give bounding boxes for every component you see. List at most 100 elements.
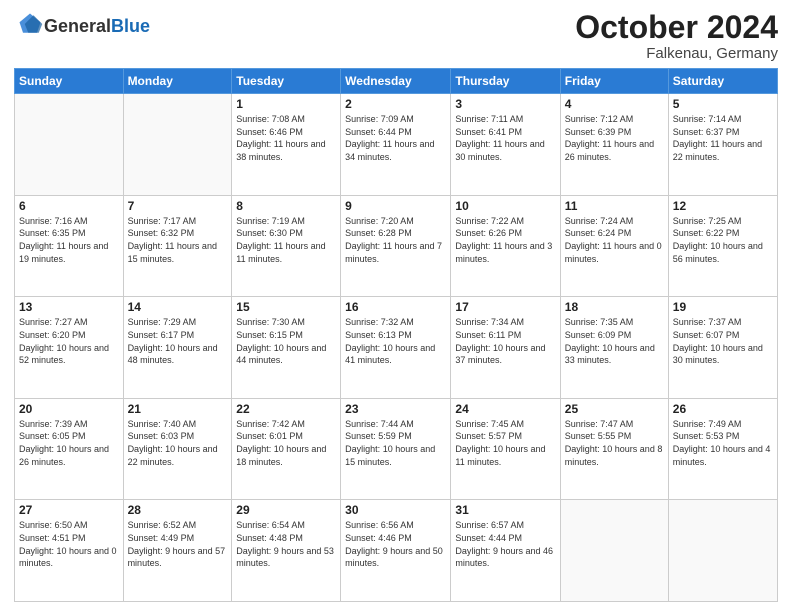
header-saturday: Saturday <box>668 69 777 94</box>
logo-icon <box>16 10 44 38</box>
logo-blue: Blue <box>111 16 150 36</box>
day-info: Sunrise: 7:11 AM Sunset: 6:41 PM Dayligh… <box>455 113 555 163</box>
day-number: 22 <box>236 402 336 416</box>
day-info: Sunrise: 7:40 AM Sunset: 6:03 PM Dayligh… <box>128 418 228 468</box>
day-info: Sunrise: 7:45 AM Sunset: 5:57 PM Dayligh… <box>455 418 555 468</box>
day-info: Sunrise: 7:34 AM Sunset: 6:11 PM Dayligh… <box>455 316 555 366</box>
calendar-day-cell <box>123 94 232 196</box>
calendar-day-cell: 14 Sunrise: 7:29 AM Sunset: 6:17 PM Dayli… <box>123 297 232 399</box>
calendar-day-cell: 15 Sunrise: 7:30 AM Sunset: 6:15 PM Dayli… <box>232 297 341 399</box>
day-info: Sunrise: 6:56 AM Sunset: 4:46 PM Dayligh… <box>345 519 446 569</box>
day-info: Sunrise: 7:37 AM Sunset: 6:07 PM Dayligh… <box>673 316 773 366</box>
header-wednesday: Wednesday <box>341 69 451 94</box>
calendar-day-cell: 26 Sunrise: 7:49 AM Sunset: 5:53 PM Dayli… <box>668 398 777 500</box>
calendar-header-row: Sunday Monday Tuesday Wednesday Thursday… <box>15 69 778 94</box>
calendar-day-cell: 11 Sunrise: 7:24 AM Sunset: 6:24 PM Dayli… <box>560 195 668 297</box>
day-info: Sunrise: 7:44 AM Sunset: 5:59 PM Dayligh… <box>345 418 446 468</box>
day-number: 28 <box>128 503 228 517</box>
logo: GeneralBlue <box>14 10 150 43</box>
day-info: Sunrise: 7:20 AM Sunset: 6:28 PM Dayligh… <box>345 215 446 265</box>
calendar-day-cell <box>15 94 124 196</box>
day-number: 30 <box>345 503 446 517</box>
page: GeneralBlue October 2024 Falkenau, Germa… <box>0 0 792 612</box>
month-title: October 2024 <box>575 10 778 45</box>
day-number: 19 <box>673 300 773 314</box>
calendar-day-cell: 17 Sunrise: 7:34 AM Sunset: 6:11 PM Dayli… <box>451 297 560 399</box>
day-number: 24 <box>455 402 555 416</box>
day-number: 6 <box>19 199 119 213</box>
calendar-day-cell: 20 Sunrise: 7:39 AM Sunset: 6:05 PM Dayli… <box>15 398 124 500</box>
day-number: 16 <box>345 300 446 314</box>
day-number: 25 <box>565 402 664 416</box>
day-number: 3 <box>455 97 555 111</box>
calendar-day-cell: 25 Sunrise: 7:47 AM Sunset: 5:55 PM Dayli… <box>560 398 668 500</box>
calendar-day-cell: 13 Sunrise: 7:27 AM Sunset: 6:20 PM Dayli… <box>15 297 124 399</box>
day-number: 12 <box>673 199 773 213</box>
day-number: 11 <box>565 199 664 213</box>
day-number: 17 <box>455 300 555 314</box>
day-info: Sunrise: 7:19 AM Sunset: 6:30 PM Dayligh… <box>236 215 336 265</box>
day-number: 5 <box>673 97 773 111</box>
header-monday: Monday <box>123 69 232 94</box>
calendar-day-cell: 18Sunrise: 7:35 AM Sunset: 6:09 PM Dayli… <box>560 297 668 399</box>
calendar-week-row: 27 Sunrise: 6:50 AM Sunset: 4:51 PM Dayli… <box>15 500 778 602</box>
day-info: Sunrise: 7:32 AM Sunset: 6:13 PM Dayligh… <box>345 316 446 366</box>
header-friday: Friday <box>560 69 668 94</box>
calendar-day-cell: 29 Sunrise: 6:54 AM Sunset: 4:48 PM Dayli… <box>232 500 341 602</box>
day-number: 13 <box>19 300 119 314</box>
calendar-day-cell: 8 Sunrise: 7:19 AM Sunset: 6:30 PM Daylig… <box>232 195 341 297</box>
calendar-day-cell: 4 Sunrise: 7:12 AM Sunset: 6:39 PM Daylig… <box>560 94 668 196</box>
calendar-day-cell: 10 Sunrise: 7:22 AM Sunset: 6:26 PM Dayli… <box>451 195 560 297</box>
day-info: Sunrise: 7:27 AM Sunset: 6:20 PM Dayligh… <box>19 316 119 366</box>
day-number: 29 <box>236 503 336 517</box>
day-number: 8 <box>236 199 336 213</box>
calendar-day-cell: 5 Sunrise: 7:14 AM Sunset: 6:37 PM Daylig… <box>668 94 777 196</box>
day-info: Sunrise: 7:30 AM Sunset: 6:15 PM Dayligh… <box>236 316 336 366</box>
day-info: Sunrise: 6:54 AM Sunset: 4:48 PM Dayligh… <box>236 519 336 569</box>
calendar-day-cell <box>668 500 777 602</box>
day-info: Sunrise: 7:24 AM Sunset: 6:24 PM Dayligh… <box>565 215 664 265</box>
day-number: 20 <box>19 402 119 416</box>
day-info: Sunrise: 7:22 AM Sunset: 6:26 PM Dayligh… <box>455 215 555 265</box>
day-info: Sunrise: 7:49 AM Sunset: 5:53 PM Dayligh… <box>673 418 773 468</box>
logo-general: General <box>44 16 111 36</box>
day-info: Sunrise: 7:12 AM Sunset: 6:39 PM Dayligh… <box>565 113 664 163</box>
day-number: 14 <box>128 300 228 314</box>
header-thursday: Thursday <box>451 69 560 94</box>
location-subtitle: Falkenau, Germany <box>575 45 778 62</box>
day-info: Sunrise: 6:50 AM Sunset: 4:51 PM Dayligh… <box>19 519 119 569</box>
calendar-day-cell: 31Sunrise: 6:57 AM Sunset: 4:44 PM Dayli… <box>451 500 560 602</box>
calendar-week-row: 20 Sunrise: 7:39 AM Sunset: 6:05 PM Dayli… <box>15 398 778 500</box>
day-info: Sunrise: 7:47 AM Sunset: 5:55 PM Dayligh… <box>565 418 664 468</box>
header-tuesday: Tuesday <box>232 69 341 94</box>
day-info: Sunrise: 7:39 AM Sunset: 6:05 PM Dayligh… <box>19 418 119 468</box>
calendar-day-cell <box>560 500 668 602</box>
calendar-week-row: 1 Sunrise: 7:08 AM Sunset: 6:46 PM Daylig… <box>15 94 778 196</box>
calendar-day-cell: 12Sunrise: 7:25 AM Sunset: 6:22 PM Dayli… <box>668 195 777 297</box>
calendar-day-cell: 30 Sunrise: 6:56 AM Sunset: 4:46 PM Dayli… <box>341 500 451 602</box>
calendar-day-cell: 27 Sunrise: 6:50 AM Sunset: 4:51 PM Dayli… <box>15 500 124 602</box>
calendar-day-cell: 24 Sunrise: 7:45 AM Sunset: 5:57 PM Dayli… <box>451 398 560 500</box>
calendar-week-row: 6 Sunrise: 7:16 AM Sunset: 6:35 PM Daylig… <box>15 195 778 297</box>
calendar-day-cell: 28Sunrise: 6:52 AM Sunset: 4:49 PM Dayli… <box>123 500 232 602</box>
calendar-day-cell: 23Sunrise: 7:44 AM Sunset: 5:59 PM Dayli… <box>341 398 451 500</box>
day-info: Sunrise: 7:29 AM Sunset: 6:17 PM Dayligh… <box>128 316 228 366</box>
day-info: Sunrise: 7:16 AM Sunset: 6:35 PM Dayligh… <box>19 215 119 265</box>
calendar: Sunday Monday Tuesday Wednesday Thursday… <box>14 68 778 602</box>
calendar-day-cell: 3 Sunrise: 7:11 AM Sunset: 6:41 PM Daylig… <box>451 94 560 196</box>
calendar-day-cell: 19 Sunrise: 7:37 AM Sunset: 6:07 PM Dayli… <box>668 297 777 399</box>
day-number: 10 <box>455 199 555 213</box>
day-info: Sunrise: 7:14 AM Sunset: 6:37 PM Dayligh… <box>673 113 773 163</box>
day-number: 27 <box>19 503 119 517</box>
day-number: 21 <box>128 402 228 416</box>
logo-text: GeneralBlue <box>44 17 150 37</box>
header-sunday: Sunday <box>15 69 124 94</box>
day-number: 1 <box>236 97 336 111</box>
day-number: 4 <box>565 97 664 111</box>
calendar-day-cell: 2Sunrise: 7:09 AM Sunset: 6:44 PM Daylig… <box>341 94 451 196</box>
day-number: 7 <box>128 199 228 213</box>
day-number: 15 <box>236 300 336 314</box>
day-info: Sunrise: 7:08 AM Sunset: 6:46 PM Dayligh… <box>236 113 336 163</box>
day-number: 26 <box>673 402 773 416</box>
day-number: 18 <box>565 300 664 314</box>
